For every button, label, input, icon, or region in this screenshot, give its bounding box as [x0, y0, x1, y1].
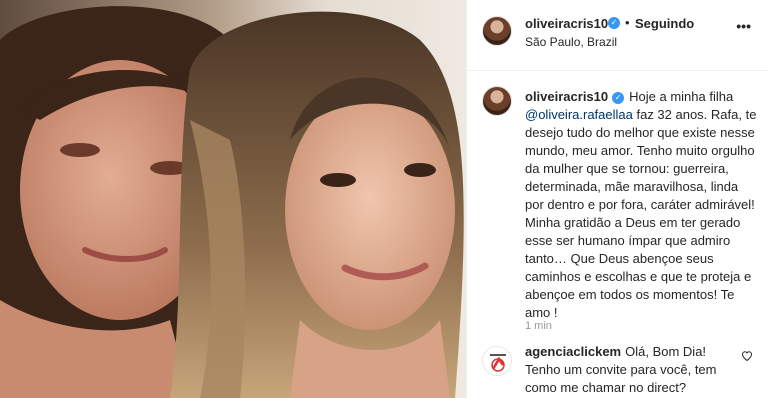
caption-body-start: Hoje a minha filha [629, 89, 737, 104]
post-location[interactable]: São Paulo, Brazil [525, 35, 617, 49]
selfie-photo-illustration [0, 0, 466, 398]
verified-badge-icon: ✓ [612, 92, 625, 104]
post-photo[interactable] [0, 0, 466, 398]
post-timestamp[interactable]: 1 min [525, 320, 552, 332]
brand-logo-icon [483, 347, 511, 375]
caption-username[interactable]: oliveiracris10 [525, 89, 608, 104]
ellipsis-icon[interactable]: ••• [736, 18, 751, 34]
author-username[interactable]: oliveiracris10 [525, 16, 608, 31]
comment-item: agenciaclickem Olá, Bom Dia! Tenho um con… [467, 338, 768, 398]
following-button[interactable]: Seguindo [635, 16, 694, 31]
post-details-panel: oliveiracris10 ✓ • Seguindo São Paulo, B… [466, 0, 768, 398]
post-caption: oliveiracris10 ✓ Hoje a minha filha @olive… [467, 72, 768, 342]
commenter-username[interactable]: agenciaclickem [525, 344, 621, 359]
mention-link[interactable]: @oliveira.rafaellaa [525, 107, 633, 122]
comment-text: agenciaclickem Olá, Bom Dia! Tenho um con… [525, 343, 733, 397]
caption-text: oliveiracris10 ✓ Hoje a minha filha @olive… [525, 88, 757, 322]
heart-icon[interactable] [741, 350, 753, 362]
separator-dot: • [625, 15, 630, 30]
caption-author-avatar[interactable] [482, 86, 512, 116]
post-header: oliveiracris10 ✓ • Seguindo São Paulo, B… [467, 0, 768, 71]
caption-body-end: faz 32 anos. Rafa, te desejo tudo do mel… [525, 107, 761, 320]
verified-badge-icon: ✓ [608, 17, 620, 29]
author-avatar[interactable] [482, 16, 512, 46]
commenter-avatar[interactable] [482, 346, 512, 376]
